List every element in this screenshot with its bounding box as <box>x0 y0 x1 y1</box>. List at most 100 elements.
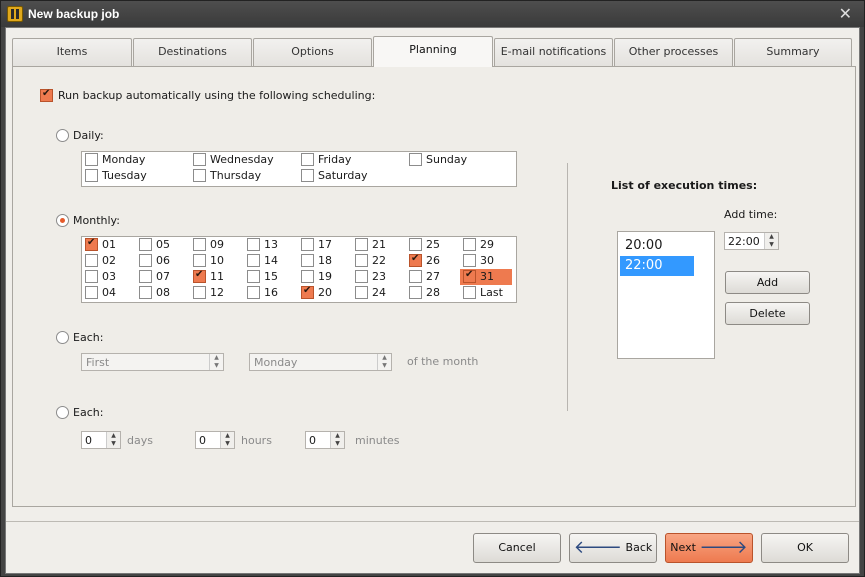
day-checkbox[interactable] <box>193 153 206 166</box>
close-icon[interactable]: ✕ <box>839 4 852 23</box>
month-day-cell[interactable]: 26 <box>406 253 460 269</box>
daily-radio[interactable] <box>56 129 69 142</box>
month-day-cell[interactable]: 08 <box>136 285 190 301</box>
list-item[interactable]: 22:00 <box>620 256 694 276</box>
month-day-checkbox[interactable] <box>463 269 476 283</box>
month-day-cell[interactable]: 06 <box>136 253 190 269</box>
month-day-cell[interactable]: 29 <box>460 237 512 253</box>
day-sunday[interactable]: Sunday <box>406 152 514 168</box>
hours-spinner[interactable]: 0 ▲ ▼ <box>195 431 235 449</box>
month-day-checkbox[interactable] <box>301 285 314 299</box>
day-checkbox[interactable] <box>85 169 98 182</box>
month-day-checkbox[interactable] <box>301 254 314 267</box>
month-day-checkbox[interactable] <box>247 270 260 283</box>
month-day-checkbox[interactable] <box>193 254 206 267</box>
month-day-cell[interactable]: 13 <box>244 237 298 253</box>
day-monday[interactable]: Monday <box>82 152 190 168</box>
month-day-checkbox[interactable] <box>355 238 368 251</box>
each-interval-radio[interactable] <box>56 406 69 419</box>
month-day-checkbox[interactable] <box>193 238 206 251</box>
auto-run-checkbox[interactable] <box>40 88 53 102</box>
ordinal-select[interactable]: First ▲ ▼ <box>81 353 224 371</box>
month-day-cell[interactable]: 21 <box>352 237 406 253</box>
add-time-button[interactable]: Add <box>725 271 810 294</box>
month-day-checkbox[interactable] <box>85 270 98 283</box>
month-day-checkbox[interactable] <box>355 254 368 267</box>
month-day-checkbox[interactable] <box>85 286 98 299</box>
month-day-checkbox[interactable] <box>139 286 152 299</box>
day-wednesday[interactable]: Wednesday <box>190 152 298 168</box>
month-day-checkbox[interactable] <box>139 254 152 267</box>
month-day-checkbox[interactable] <box>463 286 476 299</box>
month-day-checkbox[interactable] <box>193 269 206 283</box>
month-day-cell[interactable]: 01 <box>82 237 136 253</box>
month-day-checkbox[interactable] <box>247 254 260 267</box>
next-button[interactable]: Next 🡒 <box>665 533 753 563</box>
each-relative-radio[interactable] <box>56 331 69 344</box>
spin-arrows-icon[interactable]: ▲ ▼ <box>220 432 234 448</box>
month-day-checkbox[interactable] <box>139 238 152 251</box>
month-day-checkbox[interactable] <box>139 270 152 283</box>
minutes-spinner[interactable]: 0 ▲ ▼ <box>305 431 345 449</box>
month-day-cell[interactable]: 04 <box>82 285 136 301</box>
spin-arrows-icon[interactable]: ▲ ▼ <box>330 432 344 448</box>
tab-options[interactable]: Options <box>253 38 372 66</box>
month-day-cell[interactable]: 22 <box>352 253 406 269</box>
month-day-cell[interactable]: 18 <box>298 253 352 269</box>
execution-times-list[interactable]: 20:00 22:00 <box>617 231 715 359</box>
month-day-cell[interactable]: 24 <box>352 285 406 301</box>
month-day-cell[interactable]: 31 <box>460 269 512 285</box>
day-thursday[interactable]: Thursday <box>190 168 298 184</box>
month-day-cell[interactable]: 15 <box>244 269 298 285</box>
month-day-cell[interactable]: 07 <box>136 269 190 285</box>
month-day-checkbox[interactable] <box>247 238 260 251</box>
day-checkbox[interactable] <box>301 169 314 182</box>
month-day-cell[interactable]: 05 <box>136 237 190 253</box>
month-day-checkbox[interactable] <box>409 238 422 251</box>
month-day-checkbox[interactable] <box>355 286 368 299</box>
back-button[interactable]: 🡐 Back <box>569 533 657 563</box>
month-day-cell[interactable]: 17 <box>298 237 352 253</box>
month-day-checkbox[interactable] <box>463 254 476 267</box>
month-day-cell[interactable]: 11 <box>190 269 244 285</box>
month-day-cell[interactable]: 20 <box>298 285 352 301</box>
tab-destinations[interactable]: Destinations <box>133 38 252 66</box>
month-day-cell[interactable]: 16 <box>244 285 298 301</box>
tab-other-processes[interactable]: Other processes <box>614 38 733 66</box>
month-day-checkbox[interactable] <box>85 254 98 267</box>
month-day-checkbox[interactable] <box>355 270 368 283</box>
spin-arrows-icon[interactable]: ▲ ▼ <box>106 432 120 448</box>
month-day-cell[interactable]: 27 <box>406 269 460 285</box>
month-day-checkbox[interactable] <box>409 270 422 283</box>
month-day-checkbox[interactable] <box>301 238 314 251</box>
monthly-radio[interactable] <box>56 214 69 227</box>
month-day-checkbox[interactable] <box>409 253 422 267</box>
ok-button[interactable]: OK <box>761 533 849 563</box>
month-day-cell[interactable]: 12 <box>190 285 244 301</box>
month-day-cell[interactable]: 28 <box>406 285 460 301</box>
month-day-checkbox[interactable] <box>301 270 314 283</box>
tab-summary[interactable]: Summary <box>734 38 852 66</box>
day-checkbox[interactable] <box>193 169 206 182</box>
delete-time-button[interactable]: Delete <box>725 302 810 325</box>
month-day-cell[interactable]: 23 <box>352 269 406 285</box>
month-day-checkbox[interactable] <box>193 286 206 299</box>
day-checkbox[interactable] <box>85 153 98 166</box>
month-day-checkbox[interactable] <box>409 286 422 299</box>
month-day-checkbox[interactable] <box>85 237 98 251</box>
days-spinner[interactable]: 0 ▲ ▼ <box>81 431 121 449</box>
day-checkbox[interactable] <box>301 153 314 166</box>
month-day-cell[interactable]: 19 <box>298 269 352 285</box>
spin-arrows-icon[interactable]: ▲ ▼ <box>764 233 778 249</box>
tab-planning[interactable]: Planning <box>373 36 493 67</box>
day-tuesday[interactable]: Tuesday <box>82 168 190 184</box>
month-day-cell[interactable]: Last <box>460 285 512 301</box>
month-day-cell[interactable]: 14 <box>244 253 298 269</box>
month-day-cell[interactable]: 10 <box>190 253 244 269</box>
month-day-cell[interactable]: 09 <box>190 237 244 253</box>
month-day-cell[interactable]: 25 <box>406 237 460 253</box>
month-day-checkbox[interactable] <box>463 238 476 251</box>
cancel-button[interactable]: Cancel <box>473 533 561 563</box>
tab-email-notifications[interactable]: E-mail notifications <box>494 38 613 66</box>
month-day-checkbox[interactable] <box>247 286 260 299</box>
